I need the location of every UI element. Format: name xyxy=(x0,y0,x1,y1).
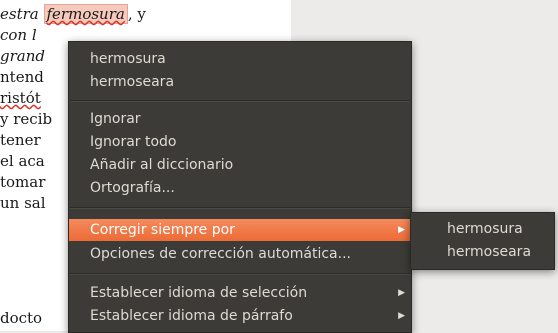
add-to-dictionary-item[interactable]: Añadir al diccionario xyxy=(69,154,411,176)
doc-line-11: docto xyxy=(0,309,43,327)
menu-separator xyxy=(70,273,410,275)
doc-line-6: y recib xyxy=(0,110,53,128)
doc-text: estra xyxy=(0,5,39,23)
doc-line-9: tomar xyxy=(0,173,46,191)
doc-line-5: ristót xyxy=(0,88,41,108)
doc-text-misspelled: ristót xyxy=(0,89,41,107)
autocorrect-options-item[interactable]: Opciones de corrección automática... xyxy=(69,243,411,265)
doc-line-10: un sal xyxy=(0,194,46,212)
submenu-item-hermosura[interactable]: hermosura xyxy=(411,218,554,240)
doc-line-4: ntend xyxy=(0,68,44,86)
set-selection-language-item[interactable]: Establecer idioma de selección ▶ xyxy=(69,282,411,304)
doc-line-3: grand xyxy=(0,47,45,65)
always-correct-label: Corregir siempre por xyxy=(90,222,235,238)
context-menu: hermosura hermoseara Ignorar Ignorar tod… xyxy=(68,41,412,333)
set-paragraph-language-label: Establecer idioma de párrafo xyxy=(90,308,293,324)
ignore-item[interactable]: Ignorar xyxy=(69,108,411,130)
doc-line-7: tener xyxy=(0,131,41,149)
doc-text-after: , y xyxy=(127,5,146,23)
set-selection-language-label: Establecer idioma de selección xyxy=(90,285,308,301)
menu-separator xyxy=(70,100,410,102)
misspelled-word[interactable]: fermosura xyxy=(43,4,128,24)
suggestion-hermosura[interactable]: hermosura xyxy=(69,48,411,70)
doc-line-8: el aca xyxy=(0,152,45,170)
doc-line-2: con l xyxy=(0,26,37,44)
ignore-all-item[interactable]: Ignorar todo xyxy=(69,131,411,153)
submenu-arrow-icon: ▶ xyxy=(398,288,405,298)
menu-separator xyxy=(70,207,410,209)
submenu-arrow-icon: ▶ xyxy=(398,311,405,321)
submenu-item-hermoseara[interactable]: hermoseara xyxy=(411,241,554,263)
spelling-item[interactable]: Ortografía... xyxy=(69,177,411,199)
suggestion-hermoseara[interactable]: hermoseara xyxy=(69,71,411,93)
submenu-arrow-icon: ▶ xyxy=(398,225,405,235)
always-correct-submenu: hermosura hermoseara xyxy=(410,212,555,270)
always-correct-item[interactable]: Corregir siempre por ▶ xyxy=(69,219,411,241)
set-paragraph-language-item[interactable]: Establecer idioma de párrafo ▶ xyxy=(69,305,411,327)
doc-line-1[interactable]: estra fermosura, y xyxy=(0,4,146,24)
